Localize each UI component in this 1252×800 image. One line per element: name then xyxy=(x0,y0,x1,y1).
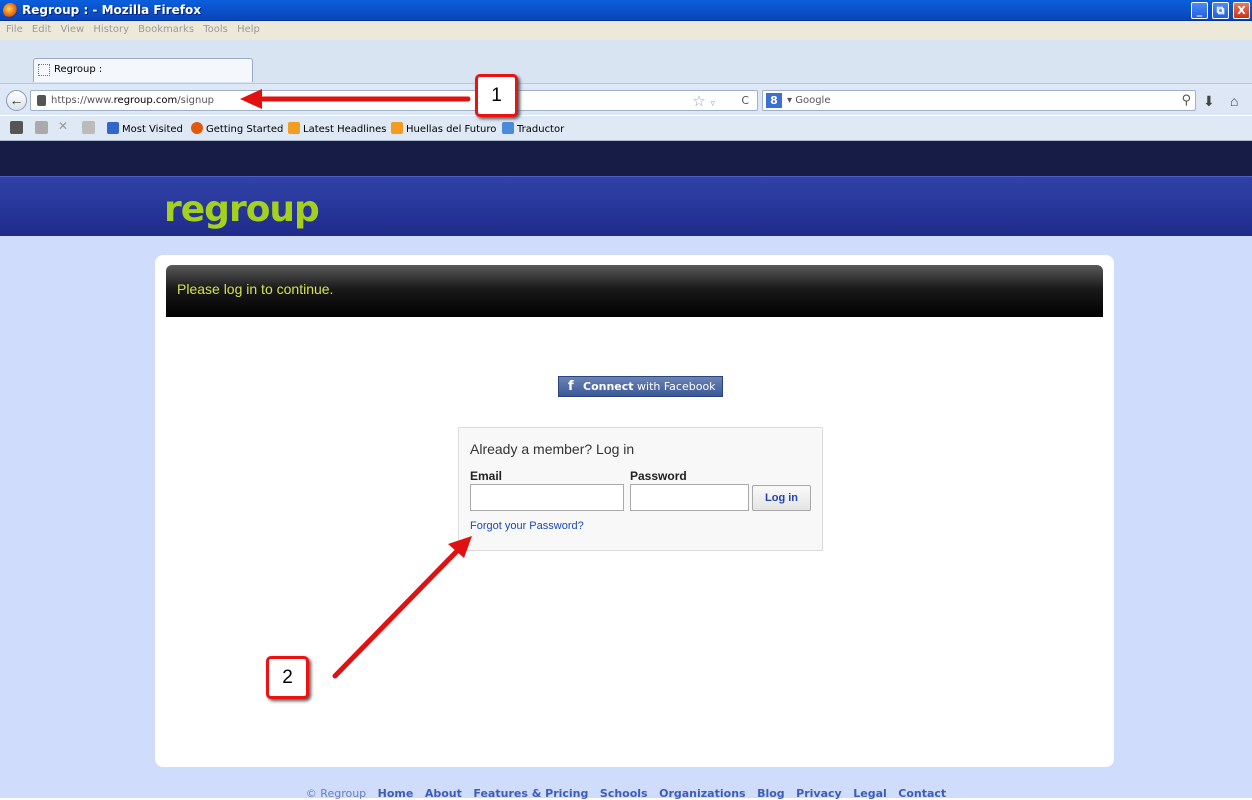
login-banner: Please log in to continue. xyxy=(166,265,1103,317)
footer-link-schools[interactable]: Schools xyxy=(600,787,648,800)
tab-regroup[interactable]: Regroup : xyxy=(33,58,253,82)
banner-text: Please log in to continue. xyxy=(177,281,334,297)
search-icon[interactable]: ⚲ xyxy=(1181,93,1191,108)
footer-link-legal[interactable]: Legal xyxy=(853,787,887,800)
rss-icon xyxy=(391,122,403,134)
footer-link-privacy[interactable]: Privacy xyxy=(796,787,842,800)
close-button[interactable]: X xyxy=(1233,2,1250,19)
login-box: Already a member? Log in Email Password … xyxy=(458,427,823,551)
forgot-password-link[interactable]: Forgot your Password? xyxy=(470,520,584,532)
site-header: regroup xyxy=(0,176,1252,236)
footer-link-blog[interactable]: Blog xyxy=(757,787,785,800)
translate-icon xyxy=(502,122,514,134)
addon-icon[interactable] xyxy=(10,121,23,134)
footer-link-home[interactable]: Home xyxy=(378,787,414,800)
bookmarks-bar: ✕ Most Visited Getting Started Latest He… xyxy=(0,116,1252,141)
page-icon xyxy=(38,64,50,76)
menu-tools[interactable]: Tools xyxy=(203,24,228,35)
minimize-button[interactable]: _ xyxy=(1191,2,1208,19)
window-title: Regroup : - Mozilla Firefox xyxy=(22,3,201,17)
download-icon[interactable]: ⬇ xyxy=(1203,93,1215,110)
menu-file[interactable]: File xyxy=(6,24,23,35)
url-domain: regroup.com xyxy=(113,95,178,106)
menu-edit[interactable]: Edit xyxy=(32,24,51,35)
copyright: © Regroup xyxy=(305,787,367,800)
reload-icon[interactable]: C xyxy=(741,94,749,107)
connect-facebook-button[interactable]: f Connect with Facebook xyxy=(558,376,723,397)
home-icon[interactable]: ⌂ xyxy=(1230,93,1238,109)
url-prefix: https://www. xyxy=(51,95,114,106)
title-bar: Regroup : - Mozilla Firefox _ ⧉ X xyxy=(0,0,1252,21)
footer-link-organizations[interactable]: Organizations xyxy=(659,787,745,800)
firefox-icon xyxy=(191,122,203,134)
top-band xyxy=(0,141,1252,176)
rss-icon xyxy=(288,122,300,134)
menu-history[interactable]: History xyxy=(93,24,129,35)
search-placeholder: ▾ Google xyxy=(787,95,831,106)
annotation-2: 2 xyxy=(266,656,309,699)
search-bar[interactable]: 8 ▾ Google ⚲ xyxy=(762,90,1196,111)
bookmark-huellas[interactable]: Huellas del Futuro xyxy=(391,122,496,135)
login-title: Already a member? Log in xyxy=(470,441,635,457)
tab-strip: Regroup : xyxy=(0,40,1252,83)
bookmark-star-icon[interactable]: ☆ ▿ xyxy=(692,92,715,110)
tab-label: Regroup : xyxy=(54,64,103,75)
maximize-button[interactable]: ⧉ xyxy=(1212,2,1229,19)
footer-link-about[interactable]: About xyxy=(425,787,462,800)
copy-icon[interactable] xyxy=(35,121,48,134)
firefox-icon xyxy=(3,3,18,18)
regroup-logo[interactable]: regroup xyxy=(164,189,320,230)
url-bar[interactable]: https://www.regroup.com/signup ☆ ▿ C xyxy=(30,90,758,111)
firefox-window: Regroup : - Mozilla Firefox _ ⧉ X File E… xyxy=(0,0,1252,800)
email-label: Email xyxy=(470,469,503,483)
navigation-bar: ← https://www.regroup.com/signup ☆ ▿ C 8… xyxy=(0,83,1252,115)
menu-help[interactable]: Help xyxy=(237,24,260,35)
bookmark-latest-headlines[interactable]: Latest Headlines xyxy=(288,122,387,135)
bookmark-traductor[interactable]: Traductor xyxy=(502,122,564,135)
facebook-label: Connect with Facebook xyxy=(583,380,716,393)
back-button[interactable]: ← xyxy=(6,90,27,111)
footer-link-features[interactable]: Features & Pricing xyxy=(473,787,588,800)
url-path: /signup xyxy=(177,95,215,106)
password-label: Password xyxy=(630,469,687,483)
search-engine-icon[interactable]: 8 xyxy=(766,93,782,108)
bookmark-most-visited[interactable]: Most Visited xyxy=(107,122,183,135)
facebook-icon: f xyxy=(568,379,574,394)
url-text: https://www.regroup.com/signup xyxy=(51,95,214,106)
login-button[interactable]: Log in xyxy=(752,485,811,511)
footer: © Regroup Home About Features & Pricing … xyxy=(0,787,1252,800)
email-field[interactable] xyxy=(470,484,624,511)
annotation-1: 1 xyxy=(475,74,518,117)
footer-link-contact[interactable]: Contact xyxy=(898,787,946,800)
menu-bookmarks[interactable]: Bookmarks xyxy=(138,24,194,35)
lock-icon xyxy=(37,95,46,106)
cut-icon[interactable]: ✕ xyxy=(58,119,71,133)
bookmark-getting-started[interactable]: Getting Started xyxy=(191,122,283,135)
folder-icon xyxy=(107,122,119,134)
password-field[interactable] xyxy=(630,484,749,511)
menu-view[interactable]: View xyxy=(60,24,84,35)
page-content: regroup Please log in to continue. f Con… xyxy=(0,141,1252,800)
menu-bar: File Edit View History Bookmarks Tools H… xyxy=(0,21,1252,40)
paste-icon[interactable] xyxy=(82,121,95,134)
